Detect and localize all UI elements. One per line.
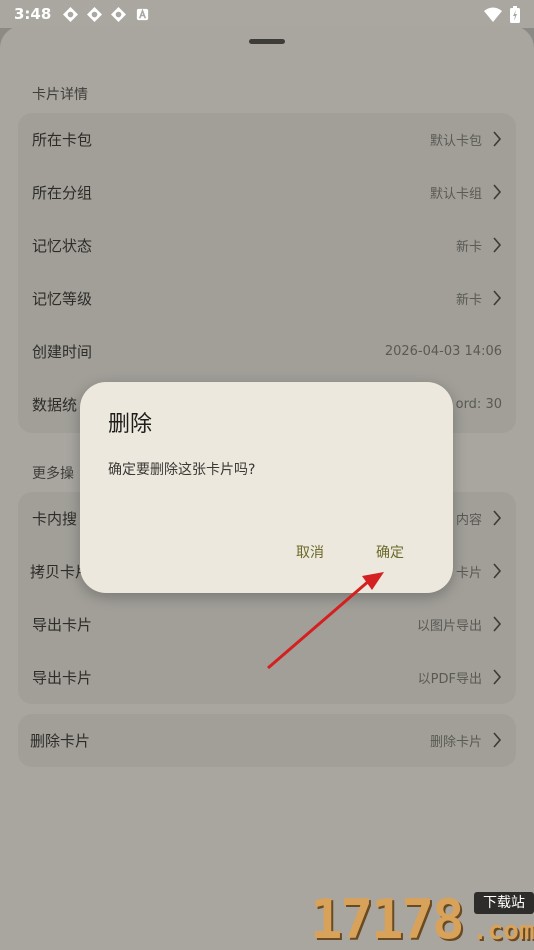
wifi-icon [484, 7, 502, 22]
chevron-right-icon [493, 732, 502, 748]
delete-confirm-dialog: 删除 确定要删除这张卡片吗? 取消 确定 [80, 382, 453, 593]
a-icon [137, 8, 149, 20]
row-value: 默认卡组 [429, 187, 482, 202]
watermark-domain: .com [472, 916, 534, 946]
row-value: 以PDF导出 [417, 672, 482, 687]
row-label: 所在卡包 [32, 131, 93, 149]
row-memory-level[interactable]: 记忆等级 新卡 [18, 272, 516, 325]
row-card-package[interactable]: 所在卡包 默认卡包 [18, 113, 516, 166]
chevron-right-icon [493, 563, 502, 579]
row-value: 默认卡包 [429, 134, 482, 149]
row-value: ord: 30 [455, 397, 502, 412]
drag-handle[interactable] [249, 39, 285, 44]
row-label: 导出卡片 [32, 669, 93, 687]
row-card-group[interactable]: 所在分组 默认卡组 [18, 166, 516, 219]
row-label: 卡内搜 [32, 510, 78, 528]
app-icon [111, 6, 127, 22]
row-label: 所在分组 [32, 184, 93, 202]
row-label: 删除卡片 [30, 732, 91, 750]
chevron-right-icon [493, 237, 502, 253]
row-export-pdf[interactable]: 导出卡片 以PDF导出 [18, 651, 516, 704]
row-memory-state[interactable]: 记忆状态 新卡 [18, 219, 516, 272]
cancel-button[interactable]: 取消 [296, 542, 324, 562]
chevron-right-icon [493, 184, 502, 200]
delete-card-group: 删除卡片 删除卡片 [18, 714, 516, 767]
row-value: 以图片导出 [416, 619, 482, 634]
section-title-more-actions: 更多操 [32, 466, 74, 482]
section-title-card-details: 卡片详情 [32, 87, 88, 103]
row-created-time: 创建时间 2026-04-03 14:06 [18, 325, 516, 378]
row-label: 导出卡片 [32, 616, 93, 634]
watermark-logo: 17178 下载站 .com [310, 888, 534, 950]
chevron-right-icon [493, 131, 502, 147]
row-value: 新卡 [455, 240, 482, 255]
dialog-title: 删除 [108, 412, 153, 437]
watermark-number: 17178 [310, 888, 465, 950]
chevron-right-icon [493, 290, 502, 306]
status-bar: 3:48 [0, 0, 534, 28]
dialog-message: 确定要删除这张卡片吗? [108, 462, 256, 478]
watermark-tag: 下载站 [474, 892, 534, 914]
row-value: 卡片 [455, 566, 482, 581]
app-icon [87, 6, 103, 22]
battery-icon [510, 6, 520, 23]
clock: 3:48 [14, 5, 52, 23]
row-export-image[interactable]: 导出卡片 以图片导出 [18, 598, 516, 651]
row-value: 删除卡片 [429, 735, 482, 750]
confirm-button[interactable]: 确定 [376, 542, 404, 562]
app-icon [63, 6, 79, 22]
row-value: 内容 [455, 513, 482, 528]
row-label: 数据统 [32, 396, 78, 414]
chevron-right-icon [493, 616, 502, 632]
row-label: 记忆等级 [32, 290, 93, 308]
chevron-right-icon [493, 669, 502, 685]
row-label: 创建时间 [32, 343, 93, 361]
row-label: 记忆状态 [32, 237, 93, 255]
chevron-right-icon [493, 510, 502, 526]
row-value: 2026-04-03 14:06 [384, 344, 502, 359]
row-delete-card[interactable]: 删除卡片 删除卡片 [18, 714, 516, 767]
row-value: 新卡 [455, 293, 482, 308]
